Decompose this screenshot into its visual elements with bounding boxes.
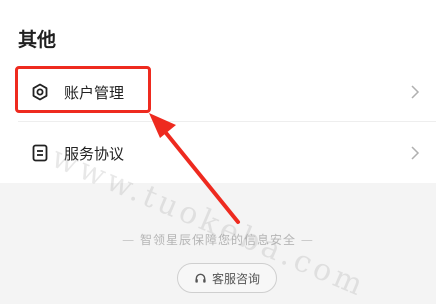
document-icon	[30, 143, 50, 163]
customer-service-button[interactable]: 客服咨询	[177, 263, 277, 293]
security-text: 智领星辰保障您的信息安全	[139, 233, 296, 247]
customer-service-label: 客服咨询	[211, 271, 260, 286]
headset-icon	[194, 271, 208, 285]
footer-area: — 智领星辰保障您的信息安全 — 客服咨询	[0, 183, 436, 304]
section-title: 其他	[18, 29, 57, 51]
annotation-highlight-box	[15, 66, 151, 113]
chevron-right-icon	[408, 145, 422, 161]
chevron-right-icon	[408, 84, 422, 100]
security-notice: — 智领星辰保障您的信息安全 —	[0, 231, 436, 248]
dash-left: —	[122, 233, 136, 247]
service-agreement-row[interactable]: 服务协议	[0, 125, 436, 181]
service-agreement-label: 服务协议	[64, 144, 125, 163]
divider	[18, 121, 436, 122]
dash-right: —	[300, 233, 314, 247]
